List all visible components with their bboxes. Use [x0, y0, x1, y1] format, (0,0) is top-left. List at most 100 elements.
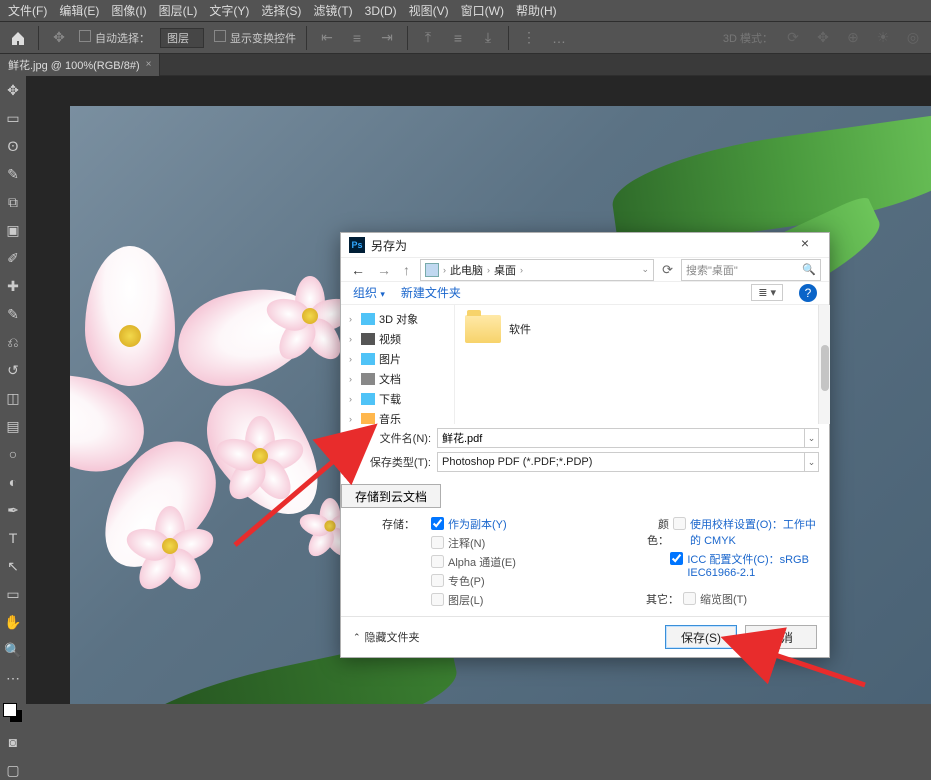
auto-select-target[interactable]: 图层	[160, 28, 204, 48]
quick-mask-icon[interactable]: ◙	[3, 732, 23, 752]
breadcrumb[interactable]: › 此电脑 › 桌面 › ⌄	[420, 259, 654, 281]
stamp-tool-icon[interactable]: ⎌	[3, 332, 23, 352]
scrollbar[interactable]	[818, 305, 830, 424]
foreground-color-swatch[interactable]	[3, 703, 17, 717]
folder-tree: ›3D 对象 ›视频 ›图片 ›文档 ›下载 ›音乐 ›桌面	[341, 305, 455, 424]
3d-light-icon[interactable]: ☀	[873, 28, 893, 48]
show-transform-checkbox[interactable]: 显示变换控件	[214, 30, 296, 46]
menu-edit[interactable]: 编辑(E)	[59, 2, 99, 19]
chevron-down-icon[interactable]: ⌄	[805, 428, 819, 448]
shape-tool-icon[interactable]: ▭	[3, 584, 23, 604]
3d-zoom-icon[interactable]: ⊕	[843, 28, 863, 48]
breadcrumb-pc[interactable]: 此电脑	[450, 262, 483, 278]
tree-item-videos[interactable]: ›视频	[341, 329, 454, 349]
menu-layer[interactable]: 图层(L)	[159, 2, 198, 19]
edit-toolbar-icon[interactable]: ⋯	[3, 668, 23, 688]
menu-3d[interactable]: 3D(D)	[365, 4, 397, 18]
menu-image[interactable]: 图像(I)	[111, 2, 146, 19]
quick-select-tool-icon[interactable]: ✎	[3, 164, 23, 184]
home-icon[interactable]	[8, 28, 28, 48]
new-folder-button[interactable]: 新建文件夹	[401, 284, 461, 301]
tree-item-downloads[interactable]: ›下载	[341, 389, 454, 409]
dodge-tool-icon[interactable]: ◐	[3, 472, 23, 492]
close-icon[interactable]: ×	[146, 59, 152, 70]
hide-folders-toggle[interactable]: ⌃隐藏文件夹	[353, 629, 420, 645]
path-select-tool-icon[interactable]: ↖	[3, 556, 23, 576]
menu-help[interactable]: 帮助(H)	[516, 2, 557, 19]
cancel-button[interactable]: 取消	[745, 625, 817, 649]
folder-item[interactable]: 软件	[465, 315, 819, 343]
crop-tool-icon[interactable]: ⧉	[3, 192, 23, 212]
align-bottom-icon[interactable]: ⤓	[478, 28, 498, 48]
layers-checkbox[interactable]: 图层(L)	[431, 592, 623, 608]
notes-checkbox[interactable]: 注释(N)	[431, 535, 623, 551]
nav-up-icon[interactable]: ↑	[401, 262, 412, 278]
3d-pan-icon[interactable]: ✥	[813, 28, 833, 48]
blur-tool-icon[interactable]: ○	[3, 444, 23, 464]
align-center-h-icon[interactable]: ≡	[347, 28, 367, 48]
menu-filter[interactable]: 滤镜(T)	[313, 2, 352, 19]
filename-input[interactable]	[437, 428, 805, 448]
thumbnail-checkbox[interactable]	[683, 592, 696, 605]
save-to-cloud-button[interactable]: 存储到云文档	[341, 484, 441, 508]
chevron-down-icon[interactable]: ⌄	[642, 264, 650, 275]
3d-camera-icon[interactable]: ◎	[903, 28, 923, 48]
use-proof-checkbox[interactable]	[673, 517, 686, 530]
organize-menu[interactable]: 组织 ▾	[353, 284, 385, 301]
tree-item-pictures[interactable]: ›图片	[341, 349, 454, 369]
hand-tool-icon[interactable]: ✋	[3, 612, 23, 632]
alpha-checkbox[interactable]: Alpha 通道(E)	[431, 554, 623, 570]
chevron-down-icon[interactable]: ⌄	[805, 452, 819, 472]
as-copy-checkbox[interactable]: 作为副本(Y)	[431, 516, 623, 532]
brush-tool-icon[interactable]: ✎	[3, 304, 23, 324]
healing-tool-icon[interactable]: ✚	[3, 276, 23, 296]
folder-view[interactable]: 软件	[455, 305, 829, 424]
store-label: 存储：	[382, 516, 415, 532]
refresh-icon[interactable]: ⟳	[662, 262, 673, 278]
screen-mode-icon[interactable]: ▢	[3, 760, 23, 780]
scrollbar-thumb[interactable]	[821, 345, 829, 391]
move-tool-icon[interactable]: ✥	[3, 80, 23, 100]
more-icon[interactable]: …	[549, 28, 569, 48]
marquee-tool-icon[interactable]: ▭	[3, 108, 23, 128]
nav-forward-icon[interactable]: →	[375, 262, 393, 278]
menu-file[interactable]: 文件(F)	[8, 2, 47, 19]
eraser-tool-icon[interactable]: ◫	[3, 388, 23, 408]
frame-tool-icon[interactable]: ▣	[3, 220, 23, 240]
auto-select-checkbox[interactable]: 自动选择：	[79, 30, 150, 46]
menu-window[interactable]: 窗口(W)	[461, 2, 504, 19]
document-tab[interactable]: 鲜花.jpg @ 100%(RGB/8#) ×	[0, 54, 160, 76]
align-middle-icon[interactable]: ≡	[448, 28, 468, 48]
move-tool-icon[interactable]: ✥	[49, 28, 69, 48]
tree-item-documents[interactable]: ›文档	[341, 369, 454, 389]
3d-orbit-icon[interactable]: ⟳	[783, 28, 803, 48]
nav-back-icon[interactable]: ←	[349, 262, 367, 278]
breadcrumb-desktop[interactable]: 桌面	[494, 262, 516, 278]
tree-item-music[interactable]: ›音乐	[341, 409, 454, 424]
color-swatches[interactable]	[2, 702, 24, 724]
pen-tool-icon[interactable]: ✒	[3, 500, 23, 520]
menu-view[interactable]: 视图(V)	[409, 2, 449, 19]
filetype-select[interactable]: Photoshop PDF (*.PDF;*.PDP)	[437, 452, 805, 472]
zoom-tool-icon[interactable]: 🔍	[3, 640, 23, 660]
lasso-tool-icon[interactable]: ʘ	[3, 136, 23, 156]
close-icon[interactable]: ×	[789, 235, 821, 255]
align-left-icon[interactable]: ⇤	[317, 28, 337, 48]
save-button[interactable]: 保存(S)	[665, 625, 737, 649]
view-mode-button[interactable]: ≣ ▾	[751, 284, 783, 301]
search-input[interactable]: 搜索"桌面" 🔍	[681, 259, 821, 281]
type-tool-icon[interactable]: T	[3, 528, 23, 548]
document-tab-bar: 鲜花.jpg @ 100%(RGB/8#) ×	[0, 54, 931, 76]
spot-checkbox[interactable]: 专色(P)	[431, 573, 623, 589]
history-brush-tool-icon[interactable]: ↺	[3, 360, 23, 380]
gradient-tool-icon[interactable]: ▤	[3, 416, 23, 436]
help-icon[interactable]: ?	[799, 284, 817, 302]
menu-select[interactable]: 选择(S)	[261, 2, 301, 19]
menu-text[interactable]: 文字(Y)	[209, 2, 249, 19]
align-right-icon[interactable]: ⇥	[377, 28, 397, 48]
icc-profile-checkbox[interactable]	[670, 552, 683, 565]
align-top-icon[interactable]: ⤒	[418, 28, 438, 48]
distribute-icon[interactable]: ⋮	[519, 28, 539, 48]
eyedropper-tool-icon[interactable]: ✐	[3, 248, 23, 268]
tree-item-3d-objects[interactable]: ›3D 对象	[341, 309, 454, 329]
